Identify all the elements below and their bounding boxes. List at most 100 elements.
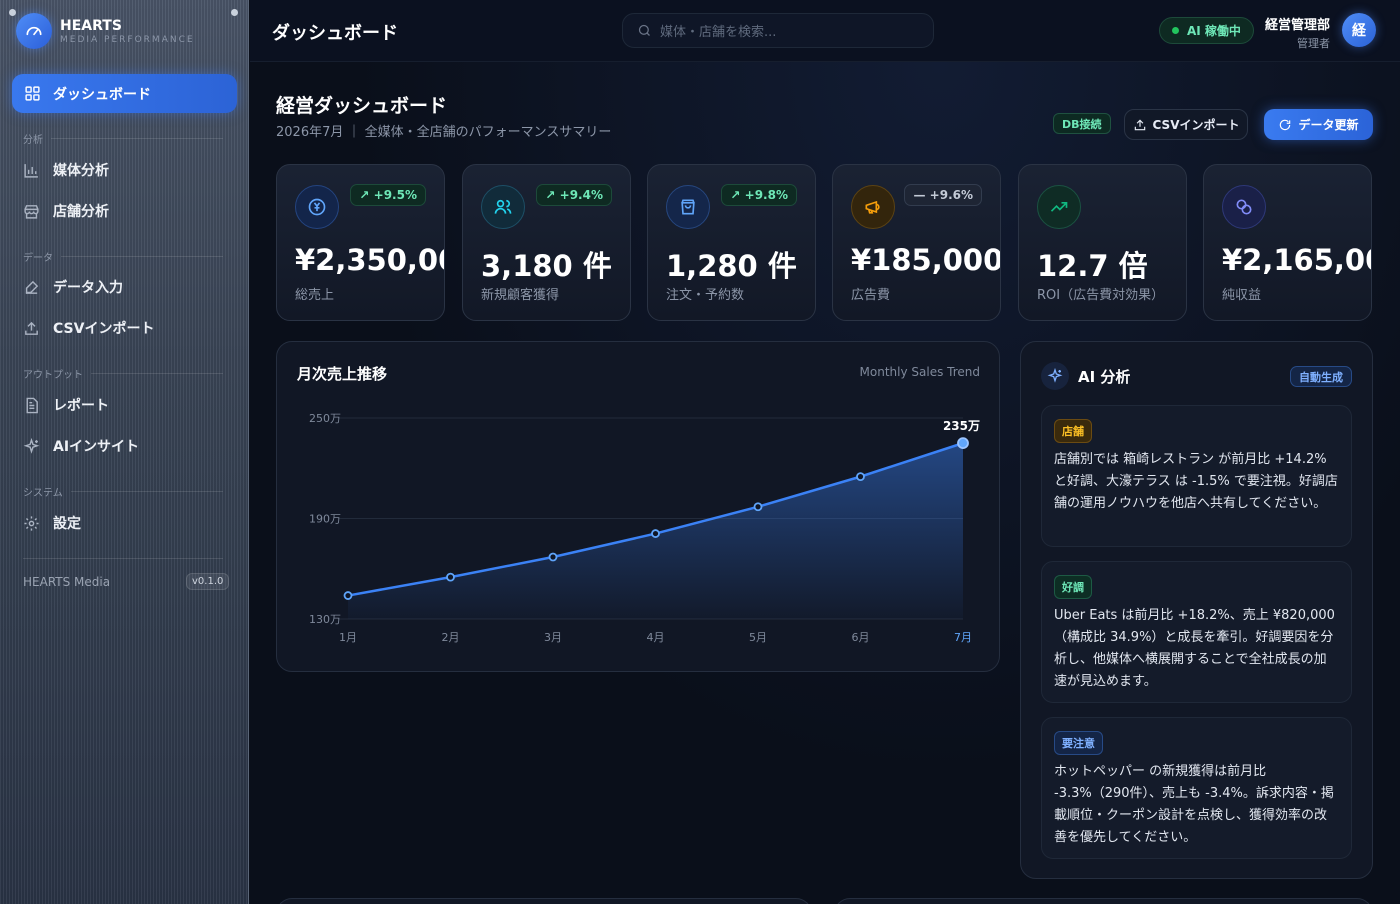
- gauge-icon: [16, 13, 52, 49]
- kpi-change-badge: ↗ +9.5%: [350, 184, 426, 206]
- sidebar-section-system: システム: [23, 484, 223, 499]
- search-input[interactable]: 媒体・店舗を検索...: [622, 13, 934, 48]
- sidebar-item-data-entry[interactable]: データ入力: [23, 275, 123, 299]
- sidebar-item-report[interactable]: レポート: [23, 393, 109, 417]
- monthly-sales-chart-card: 250万 190万 130万 1月 2月 3月 4月 5月 6月 7月 235万 月次売上推移 Mo…: [276, 341, 1000, 672]
- x-tick-label: 4月: [647, 631, 665, 644]
- kpi-change-badge: ↗ +9.4%: [536, 184, 612, 206]
- refresh-label: データ更新: [1298, 118, 1359, 132]
- kpi-card-new-customers[interactable]: ↗ +9.4% 3,180 件 新規顧客獲得: [462, 164, 631, 321]
- window-dot: [9, 9, 16, 16]
- sidebar-item-ai-insight[interactable]: AIインサイト: [23, 434, 139, 458]
- data-label: 235万: [943, 419, 980, 433]
- search-placeholder: 媒体・店舗を検索...: [660, 25, 777, 40]
- kpi-card-net-revenue[interactable]: ¥2,165,000 純収益: [1203, 164, 1372, 321]
- ai-panel-title: AI 分析: [1078, 367, 1131, 386]
- yen-icon: [295, 185, 339, 229]
- brand[interactable]: HEARTS MEDIA PERFORMANCE: [16, 13, 195, 49]
- ai-analysis-panel: AI 分析 自動生成 店舗 店舗別では 箱崎レストラン が前月比 +14.2% …: [1020, 341, 1373, 879]
- megaphone-icon: [851, 185, 895, 229]
- refresh-button[interactable]: データ更新: [1264, 109, 1373, 140]
- kpi-value: ¥2,350,000: [295, 243, 444, 277]
- kpi-value: 3,180 件: [481, 249, 612, 283]
- insight-tag: 要注意: [1054, 731, 1103, 755]
- kpi-card-orders[interactable]: ↗ +9.8% 1,280 件 注文・予約数: [647, 164, 816, 321]
- sidebar-item-label: AIインサイト: [53, 439, 140, 455]
- sidebar-item-label: データ入力: [53, 280, 123, 296]
- insight-tag: 店舗: [1054, 419, 1092, 443]
- kpi-label: 新規顧客獲得: [481, 288, 560, 303]
- kpi-value: 1,280 件: [666, 249, 797, 283]
- kpi-label: 純収益: [1222, 288, 1262, 303]
- kpi-value: ¥2,165,000: [1222, 243, 1371, 277]
- sidebar-section-data: データ: [23, 249, 223, 264]
- x-tick-label: 1月: [339, 631, 357, 644]
- sidebar-item-label: 店舗分析: [53, 204, 109, 220]
- data-point: [856, 472, 865, 482]
- insight-tag: 好調: [1054, 575, 1092, 599]
- bag-icon: [666, 185, 710, 229]
- sidebar-item-store-analysis[interactable]: 店舗分析: [23, 199, 109, 223]
- data-point: [753, 502, 763, 512]
- kpi-card-sales[interactable]: ↗ +9.5% ¥2,350,000 総売上: [276, 164, 445, 321]
- sidebar-item-media-analysis[interactable]: 媒体分析: [23, 158, 109, 182]
- csv-import-button[interactable]: CSVインポート: [1124, 109, 1248, 140]
- user-info[interactable]: 経営管理部 管理者: [1262, 14, 1330, 51]
- trend-up-icon: [1037, 185, 1081, 229]
- sidebar-section-analysis: 分析: [23, 131, 223, 146]
- kpi-label: 広告費: [851, 288, 891, 303]
- kpi-label: 総売上: [295, 288, 335, 303]
- chart-title: 月次売上推移: [297, 365, 388, 383]
- sidebar-footer: HEARTS Media: [23, 575, 111, 589]
- coins-icon: [1222, 185, 1266, 229]
- users-icon: [481, 185, 525, 229]
- kpi-label: ROI（広告費対効果）: [1037, 288, 1165, 303]
- chart-subtitle: Monthly Sales Trend: [859, 365, 980, 379]
- x-tick-label: 3月: [544, 631, 562, 644]
- x-tick-label: 7月: [954, 631, 972, 644]
- sidebar-item-dashboard[interactable]: ダッシュボード: [12, 74, 237, 113]
- search-icon: [638, 24, 650, 36]
- app-name: HEARTS: [60, 17, 122, 34]
- x-tick-label: 5月: [749, 631, 767, 644]
- sidebar-item-label: 設定: [53, 516, 81, 532]
- status-dot-icon: [1172, 27, 1179, 34]
- csv-import-label: CSVインポート: [1152, 118, 1240, 132]
- x-tick-label: 2月: [442, 631, 460, 644]
- kpi-card-roi[interactable]: 12.7 倍 ROI（広告費対効果）: [1018, 164, 1187, 321]
- kpi-value: 12.7 倍: [1037, 249, 1148, 283]
- kpi-card-ad-cost[interactable]: — +9.6% ¥185,000 広告費: [832, 164, 1001, 321]
- sidebar-item-label: レポート: [53, 398, 109, 414]
- x-tick-label: 6月: [852, 631, 870, 644]
- sidebar-item-label: CSVインポート: [53, 321, 155, 337]
- kpi-change-badge: ↗ +9.8%: [721, 184, 797, 206]
- divider: [23, 558, 223, 559]
- insight-text: 店舗別では 箱崎レストラン が前月比 +14.2% と好調、大濠テラス は -1…: [1054, 452, 1338, 511]
- data-point: [548, 552, 558, 562]
- line-chart: 250万 190万 130万 1月 2月 3月 4月 5月 6月 7月 235万: [309, 412, 980, 644]
- insight-text: Uber Eats は前月比 +18.2%、売上 ¥820,000（構成比 34…: [1054, 608, 1335, 689]
- app-tagline: MEDIA PERFORMANCE: [60, 34, 195, 45]
- grid-icon: [25, 86, 40, 101]
- sidebar-item-csv-import[interactable]: CSVインポート: [23, 316, 154, 340]
- y-tick-label: 190万: [309, 513, 341, 526]
- refresh-icon: [1280, 119, 1291, 130]
- document-icon: [26, 397, 38, 413]
- data-point: [957, 437, 969, 450]
- insight-text: ホットペッパー の新規獲得は前月比 -3.3%（290件）、売上も -3.4%。…: [1054, 764, 1334, 845]
- insight-card-warning: 要注意 ホットペッパー の新規獲得は前月比 -3.3%（290件）、売上も -3…: [1041, 717, 1352, 859]
- sidebar-item-settings[interactable]: 設定: [23, 511, 81, 535]
- pen-icon: [25, 280, 39, 294]
- sparkle-icon: [23, 437, 40, 454]
- dashboard-subtitle: 2026年7月 ｜ 全媒体・全店舗のパフォーマンスサマリー: [276, 125, 612, 140]
- ai-status-badge: AI 稼働中: [1159, 17, 1254, 44]
- insight-card-store: 店舗 店舗別では 箱崎レストラン が前月比 +14.2% と好調、大濠テラス は…: [1041, 405, 1352, 547]
- user-role: 管理者: [1297, 37, 1330, 50]
- data-point: [651, 529, 660, 538]
- store-icon: [24, 204, 39, 219]
- sidebar-item-label: ダッシュボード: [53, 86, 151, 103]
- kpi-label: 注文・予約数: [666, 288, 745, 303]
- avatar[interactable]: 経: [1342, 13, 1376, 47]
- next-card: [276, 898, 812, 904]
- dashboard-title: 経営ダッシュボード: [276, 95, 448, 117]
